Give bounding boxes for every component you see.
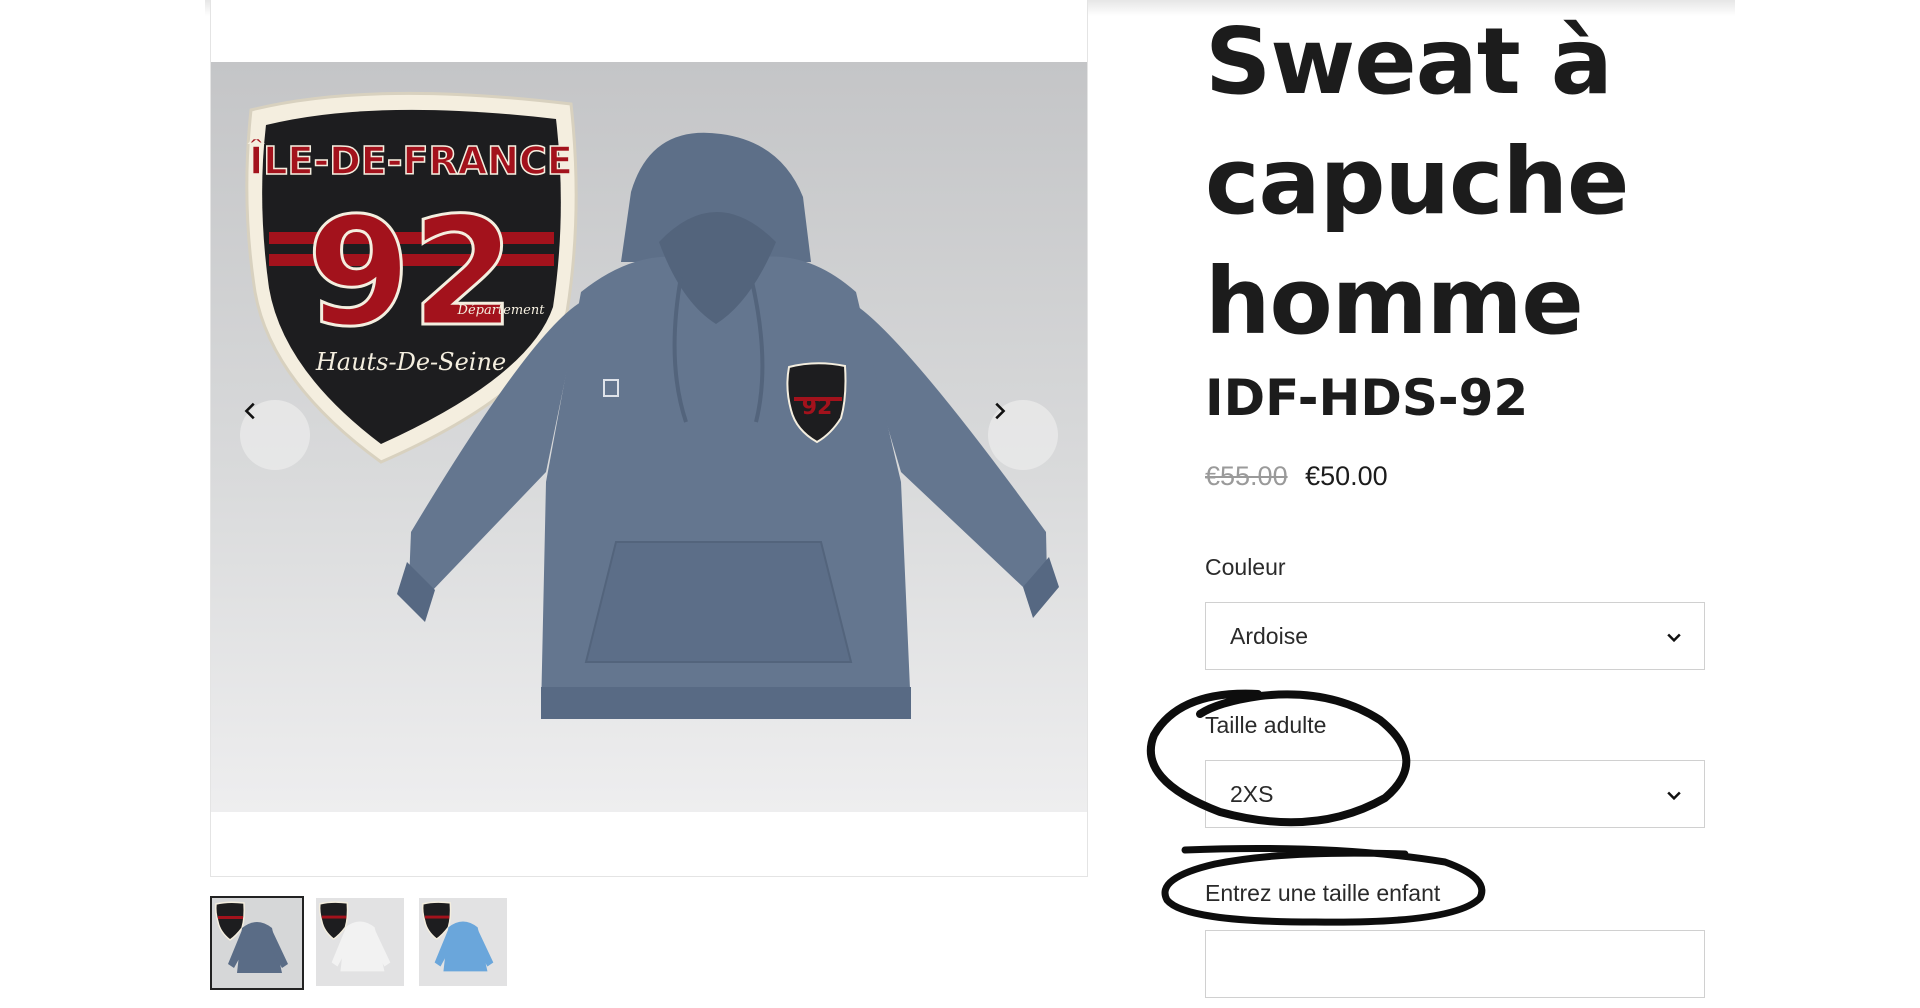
product-gallery: ÎLE-DE-FRANCE 92 Département Hauts-De-Se… (210, 0, 1088, 877)
thumbnail-hoodie-3 (419, 898, 507, 986)
chest-badge-number: 92 (802, 395, 833, 420)
badge-tag: Département (457, 303, 546, 318)
product-title: Sweat à capuche homme (1205, 8, 1629, 355)
product-page: ÎLE-DE-FRANCE 92 Département Hauts-De-Se… (0, 0, 1920, 1008)
thumbnail-hoodie-1 (212, 898, 302, 988)
price-current: €50.00 (1305, 461, 1388, 491)
chevron-right-icon (995, 402, 1006, 420)
color-select-value: Ardoise (1230, 622, 1308, 649)
product-sku: IDF-HDS-92 (1205, 369, 1529, 427)
child-size-input[interactable] (1205, 930, 1705, 998)
size-label: Taille adulte (1205, 712, 1327, 738)
gallery-next-button[interactable] (988, 400, 1058, 470)
hoodie-illustration: ÎLE-DE-FRANCE 92 Département Hauts-De-Se… (245, 91, 1059, 719)
child-size-label: Entrez une taille enfant (1205, 880, 1441, 906)
product-price: €55.00 €50.00 (1205, 458, 1388, 494)
size-select[interactable]: 2XS (1205, 760, 1705, 828)
chevron-left-icon (244, 402, 255, 420)
gallery-prev-button[interactable] (240, 400, 310, 470)
size-select-value: 2XS (1230, 780, 1274, 807)
chevron-down-icon (1667, 633, 1681, 643)
badge-number: 92 (307, 186, 516, 360)
badge-bottom-text: Hauts-De-Seine (315, 348, 506, 376)
price-original: €55.00 (1205, 461, 1288, 491)
color-label: Couleur (1205, 554, 1286, 580)
thumbnail-hoodie-2 (316, 898, 404, 986)
thumbnail-3[interactable] (419, 898, 507, 986)
thumbnail-1[interactable] (210, 896, 304, 990)
main-product-image: ÎLE-DE-FRANCE 92 Département Hauts-De-Se… (211, 62, 1087, 812)
thumbnail-2[interactable] (316, 898, 404, 986)
color-select[interactable]: Ardoise (1205, 602, 1705, 670)
badge-top-text: ÎLE-DE-FRANCE (249, 139, 573, 183)
chevron-down-icon (1667, 791, 1681, 801)
